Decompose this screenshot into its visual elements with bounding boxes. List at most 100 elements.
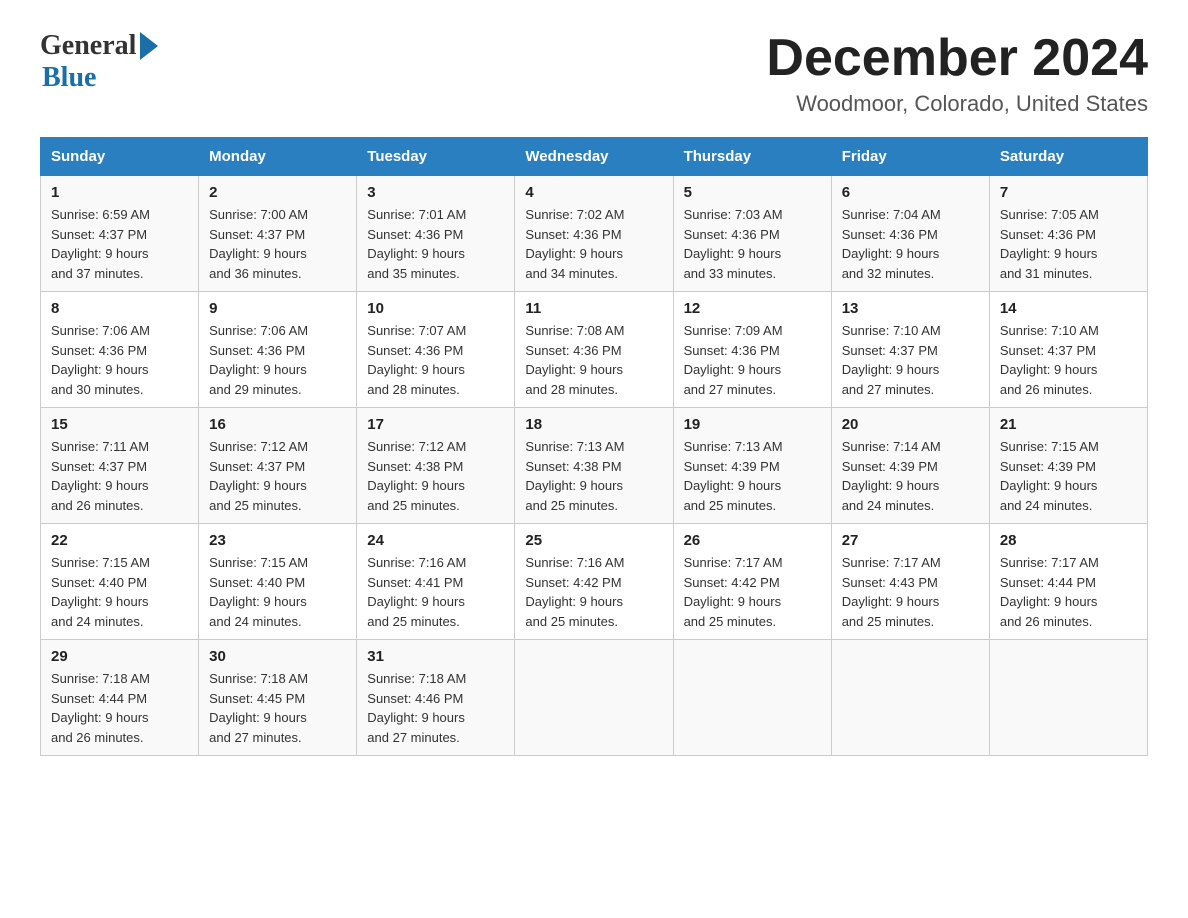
day-number: 21 <box>1000 416 1137 433</box>
day-cell: 12 Sunrise: 7:09 AMSunset: 4:36 PMDaylig… <box>673 292 831 408</box>
day-info: Sunrise: 7:12 AMSunset: 4:38 PMDaylight:… <box>367 439 466 513</box>
subtitle: Woodmoor, Colorado, United States <box>766 91 1148 117</box>
day-number: 27 <box>842 532 979 549</box>
day-cell: 3 Sunrise: 7:01 AMSunset: 4:36 PMDayligh… <box>357 176 515 292</box>
day-number: 15 <box>51 416 188 433</box>
day-number: 16 <box>209 416 346 433</box>
day-info: Sunrise: 7:02 AMSunset: 4:36 PMDaylight:… <box>525 207 624 281</box>
day-number: 20 <box>842 416 979 433</box>
day-number: 11 <box>525 300 662 317</box>
day-number: 3 <box>367 184 504 201</box>
day-cell: 20 Sunrise: 7:14 AMSunset: 4:39 PMDaylig… <box>831 408 989 524</box>
day-number: 10 <box>367 300 504 317</box>
day-info: Sunrise: 7:06 AMSunset: 4:36 PMDaylight:… <box>209 323 308 397</box>
day-number: 24 <box>367 532 504 549</box>
day-info: Sunrise: 7:18 AMSunset: 4:45 PMDaylight:… <box>209 671 308 745</box>
day-cell: 6 Sunrise: 7:04 AMSunset: 4:36 PMDayligh… <box>831 176 989 292</box>
logo-blue-text: Blue <box>42 62 96 94</box>
day-cell: 9 Sunrise: 7:06 AMSunset: 4:36 PMDayligh… <box>199 292 357 408</box>
title-block: December 2024 Woodmoor, Colorado, United… <box>766 30 1148 117</box>
day-info: Sunrise: 7:07 AMSunset: 4:36 PMDaylight:… <box>367 323 466 397</box>
day-cell: 23 Sunrise: 7:15 AMSunset: 4:40 PMDaylig… <box>199 524 357 640</box>
day-info: Sunrise: 7:05 AMSunset: 4:36 PMDaylight:… <box>1000 207 1099 281</box>
day-info: Sunrise: 7:16 AMSunset: 4:41 PMDaylight:… <box>367 555 466 629</box>
header-cell-monday: Monday <box>199 138 357 176</box>
header-cell-thursday: Thursday <box>673 138 831 176</box>
day-cell: 21 Sunrise: 7:15 AMSunset: 4:39 PMDaylig… <box>989 408 1147 524</box>
day-info: Sunrise: 7:00 AMSunset: 4:37 PMDaylight:… <box>209 207 308 281</box>
day-info: Sunrise: 7:03 AMSunset: 4:36 PMDaylight:… <box>684 207 783 281</box>
day-number: 25 <box>525 532 662 549</box>
day-cell: 18 Sunrise: 7:13 AMSunset: 4:38 PMDaylig… <box>515 408 673 524</box>
day-cell: 15 Sunrise: 7:11 AMSunset: 4:37 PMDaylig… <box>41 408 199 524</box>
day-info: Sunrise: 7:13 AMSunset: 4:39 PMDaylight:… <box>684 439 783 513</box>
day-info: Sunrise: 7:09 AMSunset: 4:36 PMDaylight:… <box>684 323 783 397</box>
day-number: 5 <box>684 184 821 201</box>
header-cell-saturday: Saturday <box>989 138 1147 176</box>
day-cell: 5 Sunrise: 7:03 AMSunset: 4:36 PMDayligh… <box>673 176 831 292</box>
day-info: Sunrise: 7:01 AMSunset: 4:36 PMDaylight:… <box>367 207 466 281</box>
page-header: General Blue December 2024 Woodmoor, Col… <box>40 30 1148 117</box>
day-info: Sunrise: 7:08 AMSunset: 4:36 PMDaylight:… <box>525 323 624 397</box>
day-info: Sunrise: 7:04 AMSunset: 4:36 PMDaylight:… <box>842 207 941 281</box>
day-number: 26 <box>684 532 821 549</box>
week-row-4: 22 Sunrise: 7:15 AMSunset: 4:40 PMDaylig… <box>41 524 1148 640</box>
day-number: 29 <box>51 648 188 665</box>
day-number: 12 <box>684 300 821 317</box>
calendar-table: SundayMondayTuesdayWednesdayThursdayFrid… <box>40 137 1148 756</box>
day-cell: 19 Sunrise: 7:13 AMSunset: 4:39 PMDaylig… <box>673 408 831 524</box>
header-cell-friday: Friday <box>831 138 989 176</box>
day-number: 8 <box>51 300 188 317</box>
day-number: 23 <box>209 532 346 549</box>
day-info: Sunrise: 7:10 AMSunset: 4:37 PMDaylight:… <box>842 323 941 397</box>
day-info: Sunrise: 7:06 AMSunset: 4:36 PMDaylight:… <box>51 323 150 397</box>
day-info: Sunrise: 7:18 AMSunset: 4:44 PMDaylight:… <box>51 671 150 745</box>
logo-arrow-icon <box>140 32 158 60</box>
day-number: 4 <box>525 184 662 201</box>
day-info: Sunrise: 6:59 AMSunset: 4:37 PMDaylight:… <box>51 207 150 281</box>
day-info: Sunrise: 7:10 AMSunset: 4:37 PMDaylight:… <box>1000 323 1099 397</box>
day-number: 17 <box>367 416 504 433</box>
day-cell: 14 Sunrise: 7:10 AMSunset: 4:37 PMDaylig… <box>989 292 1147 408</box>
header-cell-wednesday: Wednesday <box>515 138 673 176</box>
day-cell: 24 Sunrise: 7:16 AMSunset: 4:41 PMDaylig… <box>357 524 515 640</box>
day-cell: 10 Sunrise: 7:07 AMSunset: 4:36 PMDaylig… <box>357 292 515 408</box>
day-number: 31 <box>367 648 504 665</box>
calendar-body: 1 Sunrise: 6:59 AMSunset: 4:37 PMDayligh… <box>41 176 1148 756</box>
header-cell-tuesday: Tuesday <box>357 138 515 176</box>
day-cell: 4 Sunrise: 7:02 AMSunset: 4:36 PMDayligh… <box>515 176 673 292</box>
day-cell: 25 Sunrise: 7:16 AMSunset: 4:42 PMDaylig… <box>515 524 673 640</box>
day-cell: 22 Sunrise: 7:15 AMSunset: 4:40 PMDaylig… <box>41 524 199 640</box>
day-info: Sunrise: 7:16 AMSunset: 4:42 PMDaylight:… <box>525 555 624 629</box>
week-row-5: 29 Sunrise: 7:18 AMSunset: 4:44 PMDaylig… <box>41 640 1148 756</box>
day-cell: 17 Sunrise: 7:12 AMSunset: 4:38 PMDaylig… <box>357 408 515 524</box>
day-cell: 30 Sunrise: 7:18 AMSunset: 4:45 PMDaylig… <box>199 640 357 756</box>
day-number: 30 <box>209 648 346 665</box>
day-info: Sunrise: 7:17 AMSunset: 4:43 PMDaylight:… <box>842 555 941 629</box>
day-cell <box>673 640 831 756</box>
day-number: 14 <box>1000 300 1137 317</box>
day-cell: 2 Sunrise: 7:00 AMSunset: 4:37 PMDayligh… <box>199 176 357 292</box>
day-cell: 16 Sunrise: 7:12 AMSunset: 4:37 PMDaylig… <box>199 408 357 524</box>
day-cell: 28 Sunrise: 7:17 AMSunset: 4:44 PMDaylig… <box>989 524 1147 640</box>
day-info: Sunrise: 7:15 AMSunset: 4:40 PMDaylight:… <box>209 555 308 629</box>
day-info: Sunrise: 7:15 AMSunset: 4:40 PMDaylight:… <box>51 555 150 629</box>
day-info: Sunrise: 7:17 AMSunset: 4:44 PMDaylight:… <box>1000 555 1099 629</box>
day-info: Sunrise: 7:14 AMSunset: 4:39 PMDaylight:… <box>842 439 941 513</box>
week-row-2: 8 Sunrise: 7:06 AMSunset: 4:36 PMDayligh… <box>41 292 1148 408</box>
week-row-3: 15 Sunrise: 7:11 AMSunset: 4:37 PMDaylig… <box>41 408 1148 524</box>
day-info: Sunrise: 7:13 AMSunset: 4:38 PMDaylight:… <box>525 439 624 513</box>
day-number: 2 <box>209 184 346 201</box>
header-cell-sunday: Sunday <box>41 138 199 176</box>
week-row-1: 1 Sunrise: 6:59 AMSunset: 4:37 PMDayligh… <box>41 176 1148 292</box>
day-number: 6 <box>842 184 979 201</box>
day-cell: 31 Sunrise: 7:18 AMSunset: 4:46 PMDaylig… <box>357 640 515 756</box>
day-number: 7 <box>1000 184 1137 201</box>
day-info: Sunrise: 7:12 AMSunset: 4:37 PMDaylight:… <box>209 439 308 513</box>
day-number: 18 <box>525 416 662 433</box>
main-title: December 2024 <box>766 30 1148 87</box>
day-info: Sunrise: 7:18 AMSunset: 4:46 PMDaylight:… <box>367 671 466 745</box>
calendar-header: SundayMondayTuesdayWednesdayThursdayFrid… <box>41 138 1148 176</box>
logo: General Blue <box>40 30 158 94</box>
day-cell: 13 Sunrise: 7:10 AMSunset: 4:37 PMDaylig… <box>831 292 989 408</box>
